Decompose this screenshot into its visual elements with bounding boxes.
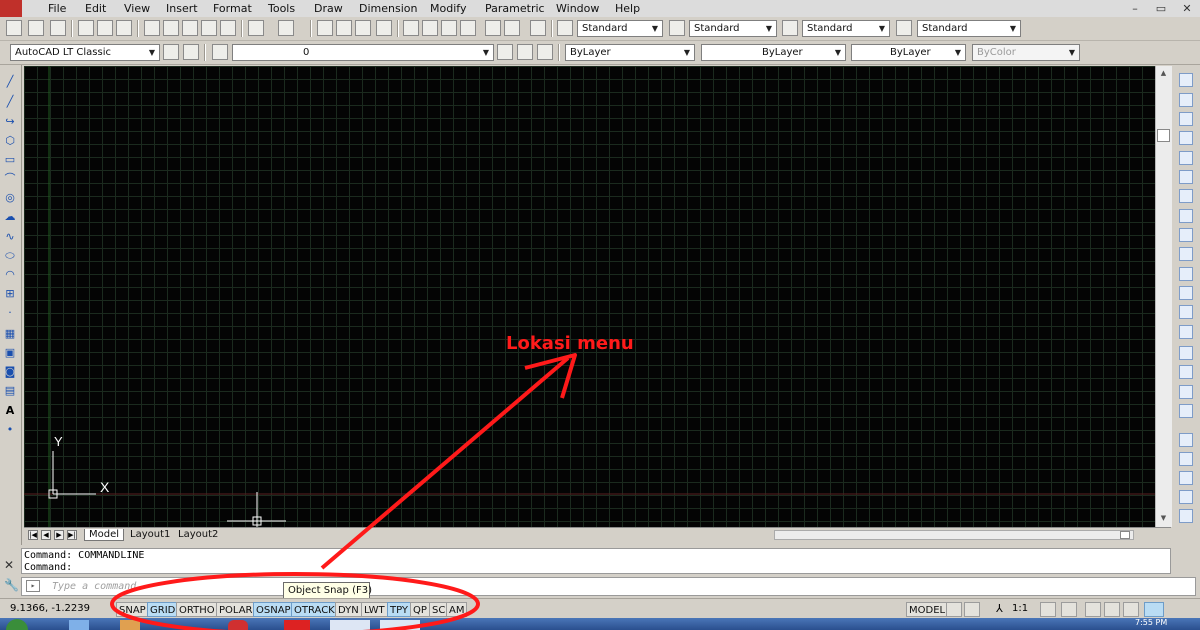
highlight-arrow-head [524, 353, 577, 399]
annotation-overlay [110, 353, 577, 630]
highlight-ellipse [110, 572, 480, 630]
annotation-label: Lokasi menu [506, 333, 634, 354]
highlight-arrow-shaft [320, 356, 570, 570]
